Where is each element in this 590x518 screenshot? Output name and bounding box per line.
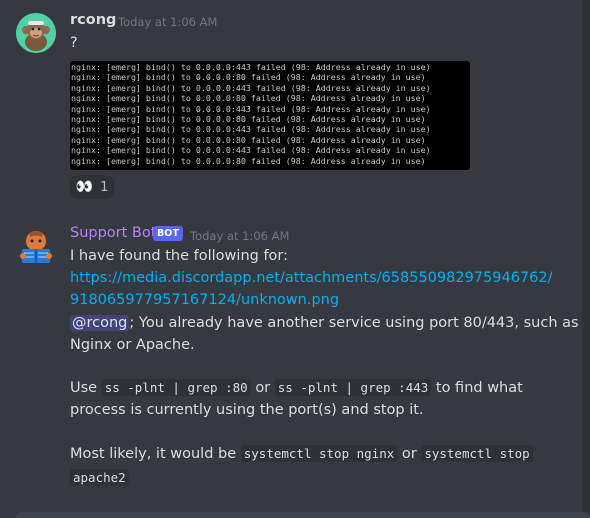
message-text: Most likely, it would be [70, 446, 237, 462]
inline-code: systemctl stop [421, 445, 533, 462]
timestamp: Today at 1:06 AM [190, 229, 290, 243]
eyes-emoji-icon: 👀 [75, 179, 94, 195]
message-line: Most likely, it would be systemctl stop … [70, 443, 533, 465]
inline-code: ss -plnt | grep :443 [274, 379, 432, 396]
message-text: ; You already have another service using… [129, 315, 579, 331]
log-line: nginx: [emerg] bind() to 0.0.0.0:443 fai… [71, 62, 431, 72]
message-text: or [255, 380, 271, 396]
message-text: ? [70, 35, 78, 51]
log-line: nginx: [emerg] bind() to 0.0.0.0:443 fai… [71, 124, 431, 135]
inline-code: apache2 [70, 469, 129, 486]
bot-reading-avatar-icon [20, 231, 52, 263]
scrollbar-track[interactable] [582, 0, 590, 518]
attachment-link-part2[interactable]: 918065977957167124/unknown.png [70, 289, 339, 311]
message-input-edge[interactable] [16, 512, 590, 518]
mention-rcong[interactable]: @rcong [70, 315, 130, 331]
message-line: Nginx or Apache. [70, 337, 195, 353]
message-line: apache2 [70, 467, 129, 489]
reaction-eyes[interactable]: 👀 1 [70, 175, 114, 199]
log-screenshot-attachment[interactable]: nginx: [emerg] bind() to 0.0.0.0:443 fai… [70, 61, 470, 170]
attachment-link-part1[interactable]: https://media.discordapp.net/attachments… [70, 267, 552, 289]
avatar-rcong[interactable] [16, 13, 56, 53]
monkey-avatar-icon [16, 13, 56, 53]
message-line: @rcong; You already have another service… [70, 312, 579, 334]
log-line: nginx: [emerg] bind() to 0.0.0.0:443 fai… [71, 103, 431, 114]
message-text: Use [70, 380, 98, 396]
message-text: to find what [435, 380, 523, 396]
message-text: or [401, 446, 417, 462]
log-line: nginx: [emerg] bind() to 0.0.0.0:80 fail… [71, 134, 426, 145]
author-name[interactable]: rcong [70, 12, 116, 28]
message-line: I have found the following for: [70, 248, 289, 264]
message-line: process is currently using the port(s) a… [70, 402, 424, 418]
author-name[interactable]: Support Bot [70, 225, 156, 241]
log-line: nginx: [emerg] bind() to 0.0.0.0:80 fail… [71, 72, 426, 83]
log-line: nginx: [emerg] bind() to 0.0.0.0:80 fail… [71, 93, 426, 104]
avatar-support-bot[interactable] [16, 227, 56, 267]
log-line: nginx: [emerg] bind() to 0.0.0.0:443 fai… [71, 82, 431, 93]
log-line: nginx: [emerg] bind() to 0.0.0.0:80 fail… [71, 114, 426, 125]
reaction-count: 1 [100, 179, 109, 195]
log-line: nginx: [emerg] bind() to 0.0.0.0:443 fai… [71, 145, 431, 156]
log-line: nginx: [emerg] bind() to 0.0.0.0:80 fail… [71, 155, 426, 166]
message-line: Use ss -plnt | grep :80 or ss -plnt | gr… [70, 377, 523, 399]
inline-code: ss -plnt | grep :80 [101, 379, 251, 396]
bot-tag: BOT [153, 226, 183, 241]
inline-code: systemctl stop nginx [240, 445, 398, 462]
timestamp: Today at 1:06 AM [118, 15, 218, 29]
